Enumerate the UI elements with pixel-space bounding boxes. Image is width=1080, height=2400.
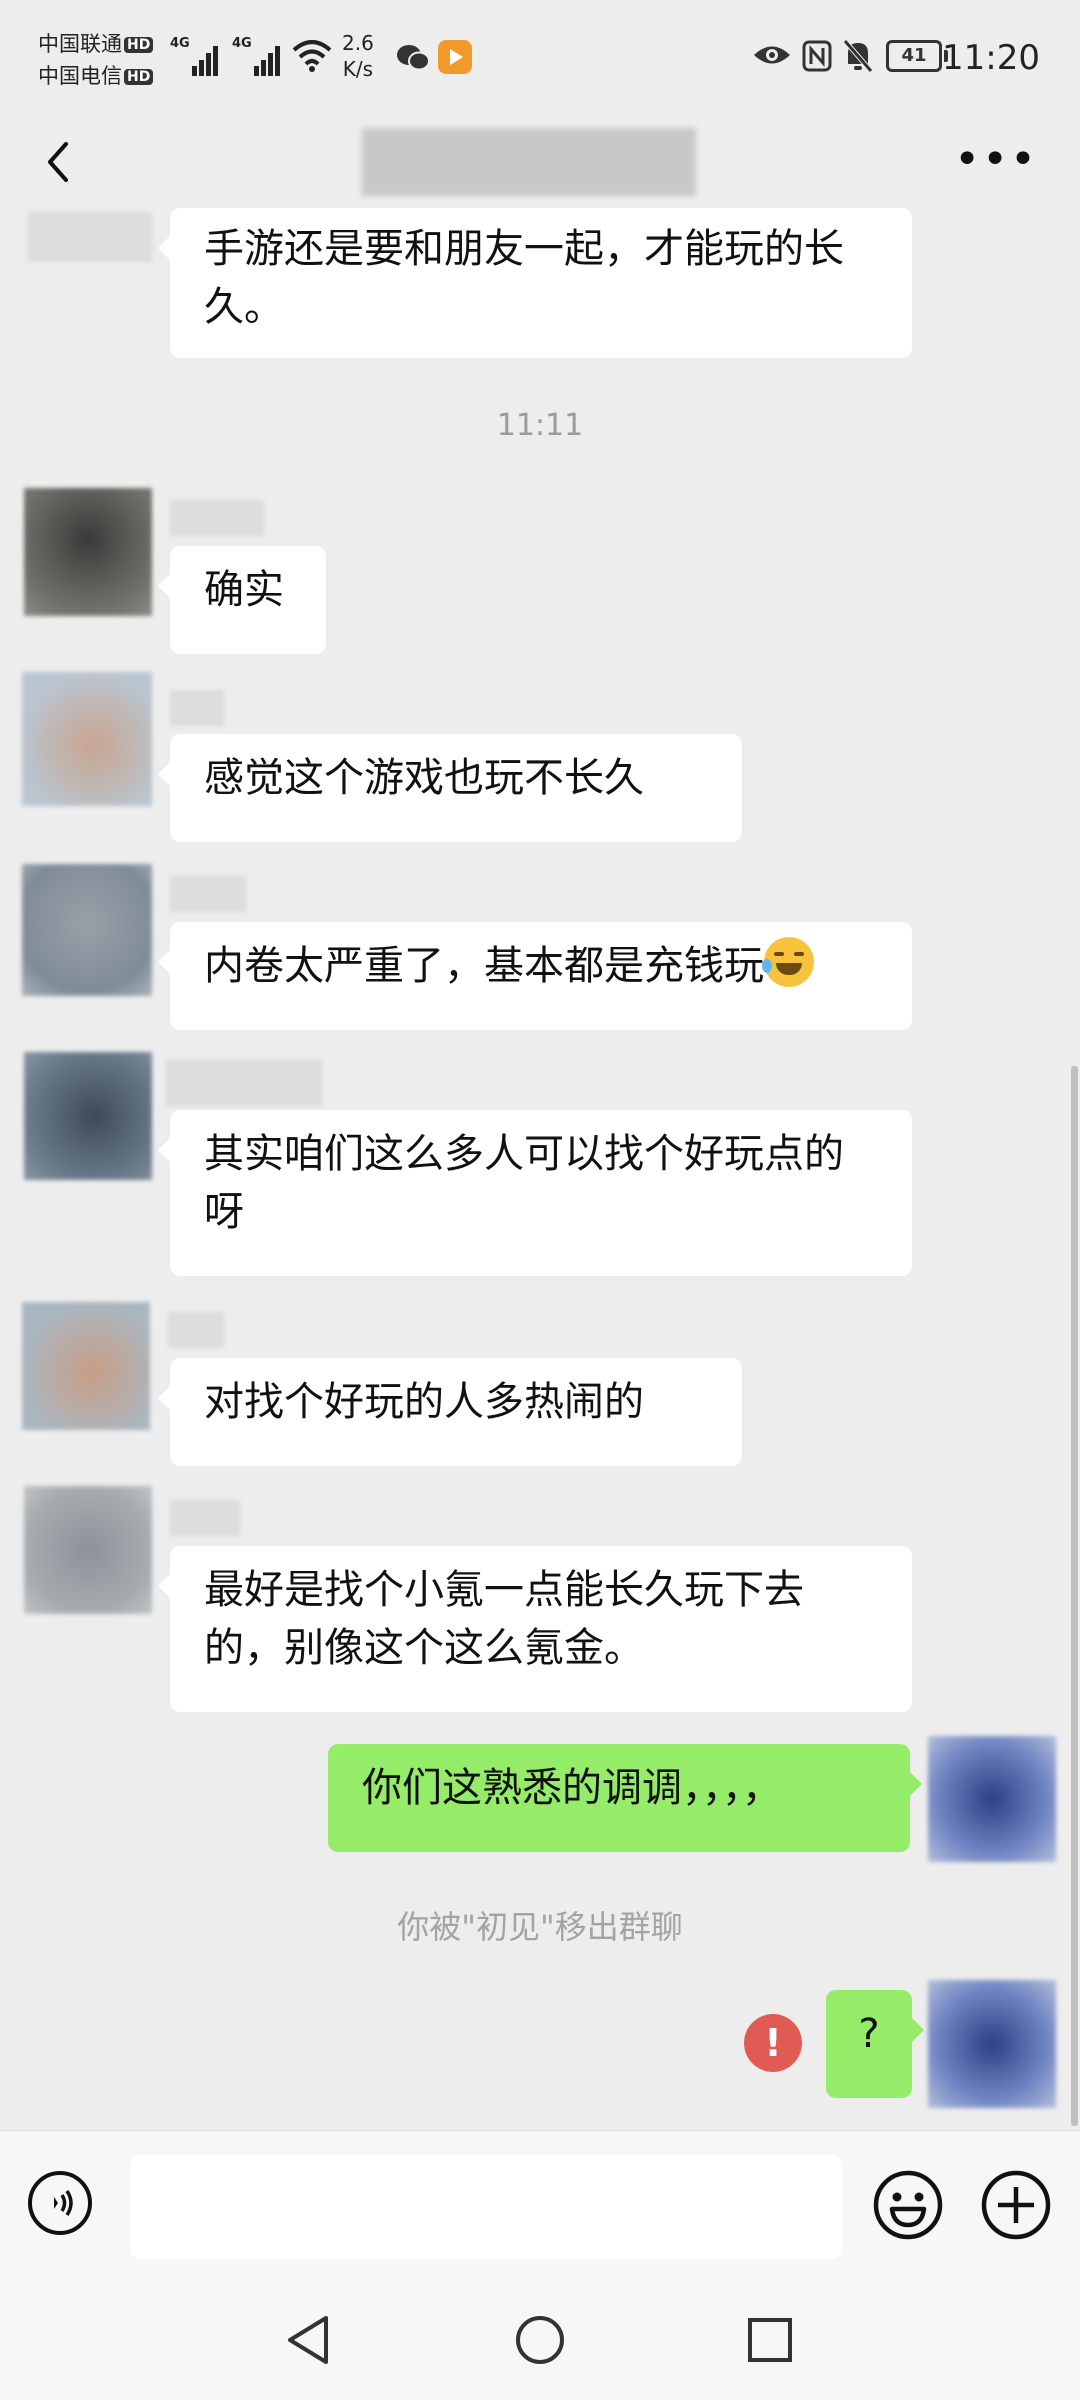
message-bubble[interactable]: 内卷太严重了，基本都是充钱玩	[158, 922, 912, 1030]
message-input[interactable]	[130, 2155, 842, 2259]
chat-header: •••	[0, 120, 1080, 208]
video-app-icon	[438, 40, 472, 74]
avatar[interactable]	[22, 1302, 150, 1430]
eye-icon	[754, 46, 790, 64]
my-message-bubble[interactable]: 你们这熟悉的调调，，，，	[328, 1744, 922, 1852]
message-bubble[interactable]: 其实咱们这么多人可以找个好玩点的呀	[158, 1110, 912, 1276]
status-time: 11:20	[942, 38, 1040, 78]
avatar[interactable]	[22, 864, 152, 996]
send-failed-icon[interactable]: !	[744, 2014, 802, 2072]
laughing-crying-emoji-icon	[762, 937, 814, 987]
nav-back-icon[interactable]	[284, 2314, 332, 2366]
avatar[interactable]	[24, 1486, 152, 1614]
message-bubble[interactable]: 手游还是要和朋友一起，才能玩的长久。	[158, 208, 912, 358]
hd-badge: HD	[124, 69, 154, 85]
my-avatar[interactable]	[928, 1980, 1056, 2108]
message-bubble[interactable]: 确实	[158, 546, 326, 654]
sender-name-redacted	[28, 212, 152, 262]
chat-title-redacted	[362, 128, 696, 196]
message-bubble[interactable]: 对找个好玩的人多热闹的	[158, 1358, 742, 1466]
net-speed: 2.6 K/s	[342, 31, 374, 81]
carrier-2: 中国电信	[38, 64, 122, 88]
my-avatar[interactable]	[928, 1736, 1056, 1862]
wechat-icon	[397, 45, 430, 71]
nav-recents-icon[interactable]	[746, 2316, 794, 2364]
input-bar	[0, 2130, 1080, 2271]
mute-icon	[843, 39, 873, 73]
my-message-bubble[interactable]: ?	[826, 1990, 924, 2098]
system-notice: 你被"初见"移出群聊	[397, 1908, 683, 1946]
message-bubble[interactable]: 最好是找个小氪一点能长久玩下去的，别像这个这么氪金。	[158, 1546, 912, 1712]
wifi-icon	[292, 40, 332, 72]
nfc-icon	[802, 40, 832, 72]
plus-icon[interactable]	[980, 2169, 1052, 2241]
carrier-1: 中国联通	[38, 32, 122, 56]
sender-name-redacted	[170, 876, 246, 912]
sender-name-redacted	[168, 1312, 224, 1348]
sender-name-redacted	[170, 690, 224, 726]
voice-icon[interactable]	[28, 2171, 92, 2235]
message-timestamp: 11:11	[496, 408, 584, 443]
nav-home-icon[interactable]	[514, 2314, 566, 2366]
avatar[interactable]	[24, 1052, 152, 1180]
system-navigation	[0, 2270, 1080, 2400]
signal-1-icon: 4G	[170, 36, 222, 76]
scrollbar[interactable]	[1071, 1066, 1078, 2126]
status-bar: 中国联通 HD 中国电信 HD 4G 4G 2.6 K/s 41 11:20	[0, 0, 1080, 120]
more-icon[interactable]: •••	[954, 138, 1038, 182]
emoji-icon[interactable]	[872, 2169, 944, 2241]
sender-name-redacted	[166, 1060, 322, 1106]
message-bubble[interactable]: 感觉这个游戏也玩不长久	[158, 734, 742, 842]
avatar[interactable]	[22, 672, 152, 806]
signal-2-icon: 4G	[232, 36, 284, 76]
battery-icon: 41	[886, 40, 948, 72]
back-icon[interactable]	[40, 142, 80, 182]
sender-name-redacted	[170, 500, 264, 536]
hd-badge: HD	[124, 37, 154, 53]
avatar[interactable]	[24, 488, 152, 616]
sender-name-redacted	[170, 1500, 240, 1536]
